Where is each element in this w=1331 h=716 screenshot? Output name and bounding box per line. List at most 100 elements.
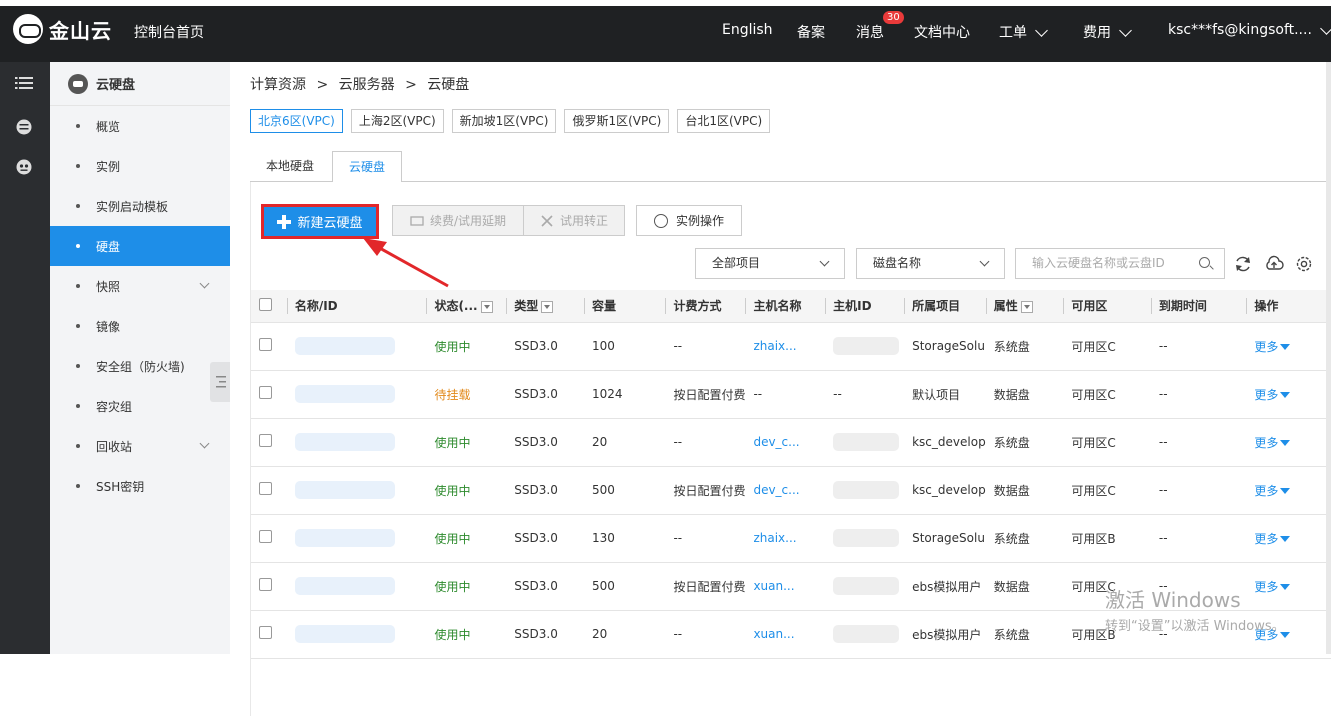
project-select[interactable]: 全部项目	[695, 248, 845, 279]
filter-icon[interactable]	[541, 300, 554, 313]
collapse-icon	[216, 376, 226, 388]
more-actions-dropdown[interactable]: 更多	[1254, 436, 1291, 450]
sidebar-item-instances[interactable]: 实例	[50, 146, 230, 186]
region-taipei1[interactable]: 台北1区(VPC)	[677, 109, 771, 133]
tickets-menu[interactable]: 工单	[999, 22, 1048, 42]
instance-operations-button[interactable]: 实例操作	[636, 205, 742, 236]
search-field-select[interactable]: 磁盘名称	[856, 248, 1005, 279]
smile-icon	[653, 213, 668, 228]
redacted-disk-name[interactable]	[294, 433, 395, 451]
brand-logo[interactable]: 金山云	[13, 14, 112, 44]
sidebar-item-disaster-groups[interactable]: 容灾组	[50, 386, 230, 426]
sidebar-collapse-handle[interactable]	[210, 362, 230, 402]
operation-cell: 更多	[1246, 562, 1331, 610]
page-scrollbar[interactable]	[1326, 62, 1331, 654]
account-menu[interactable]: ksc***fs@kingsoft....	[1168, 21, 1331, 38]
host-name-link[interactable]: zhaix...	[753, 531, 796, 545]
redacted-disk-name[interactable]	[294, 529, 395, 547]
left-icon-rail	[0, 62, 50, 654]
messages-link[interactable]: 消息	[856, 22, 884, 42]
breadcrumb-compute[interactable]: 计算资源	[250, 77, 306, 93]
row-checkbox-cell	[251, 370, 287, 418]
redacted-host-id	[833, 337, 900, 355]
english-link[interactable]: English	[722, 22, 773, 38]
sidebar: 云硬盘 概览 实例 实例启动模板 硬盘 快照 镜像 安全组（防火墙) 容灾组 回…	[50, 62, 230, 654]
breadcrumb-servers[interactable]: 云服务器	[339, 77, 395, 93]
redacted-host-id	[833, 625, 900, 643]
select-all-checkbox[interactable]	[259, 297, 272, 311]
disk-name-cell	[287, 418, 427, 466]
more-actions-dropdown[interactable]: 更多	[1254, 340, 1291, 354]
region-shanghai2[interactable]: 上海2区(VPC)	[350, 109, 444, 133]
refresh-icon[interactable]	[1233, 254, 1253, 274]
bullet-icon	[76, 204, 80, 208]
redacted-disk-name[interactable]	[294, 385, 395, 403]
row-checkbox[interactable]	[259, 578, 272, 591]
sidebar-item-images[interactable]: 镜像	[50, 306, 230, 346]
redacted-disk-name[interactable]	[294, 577, 395, 595]
more-actions-dropdown[interactable]: 更多	[1254, 580, 1291, 594]
row-checkbox[interactable]	[259, 434, 272, 447]
billing-menu[interactable]: 费用	[1083, 22, 1132, 42]
host-name-link[interactable]: xuan...	[753, 627, 794, 641]
region-beijing6[interactable]: 北京6区(VPC)	[250, 109, 343, 133]
search-input[interactable]: 输入云硬盘名称或云盘ID	[1015, 248, 1225, 279]
docs-center-link[interactable]: 文档中心	[914, 22, 970, 42]
more-actions-dropdown[interactable]: 更多	[1254, 628, 1291, 642]
region-singapore1[interactable]: 新加坡1区(VPC)	[451, 109, 557, 133]
bullet-icon	[76, 164, 80, 168]
operation-cell: 更多	[1246, 514, 1331, 562]
tab-cloud-disk[interactable]: 云硬盘	[332, 151, 403, 183]
project-cell: ebs模拟用户	[912, 627, 982, 642]
row-checkbox[interactable]	[259, 530, 272, 543]
sidebar-item-launch-templates[interactable]: 实例启动模板	[50, 186, 230, 226]
sidebar-item-disks[interactable]: 硬盘	[50, 226, 230, 266]
filter-icon[interactable]	[1020, 300, 1033, 313]
sidebar-item-snapshots[interactable]: 快照	[50, 266, 230, 306]
sidebar-item-security-groups[interactable]: 安全组（防火墙)	[50, 346, 230, 386]
size-cell: 20	[591, 627, 608, 641]
host-name-cell: zhaix...	[745, 322, 825, 370]
caret-down-icon	[1280, 344, 1291, 350]
zone-cell: 可用区C	[1071, 483, 1116, 498]
search-icon[interactable]	[1199, 257, 1210, 268]
row-checkbox[interactable]	[259, 626, 272, 639]
type-cell: SSD3.0	[514, 435, 558, 449]
more-label: 更多	[1254, 387, 1279, 402]
filter-icon[interactable]	[480, 300, 493, 313]
host-name-link[interactable]: xuan...	[753, 579, 794, 593]
more-actions-dropdown[interactable]: 更多	[1254, 484, 1291, 498]
menu-icon[interactable]	[15, 76, 33, 90]
redacted-disk-name[interactable]	[294, 481, 395, 499]
redacted-disk-name[interactable]	[294, 337, 395, 355]
more-actions-dropdown[interactable]: 更多	[1254, 532, 1291, 546]
console-home-link[interactable]: 控制台首页	[134, 22, 204, 42]
host-name-link[interactable]: dev_c...	[753, 483, 799, 497]
redacted-disk-name[interactable]	[294, 625, 395, 643]
billing-cell: 按日配置付费	[673, 483, 746, 498]
col-type: 类型	[506, 290, 584, 323]
operation-cell: 更多	[1246, 370, 1331, 418]
row-checkbox[interactable]	[259, 386, 272, 399]
trial-convert-button[interactable]: 试用转正	[523, 205, 625, 236]
account-label: ksc***fs@kingsoft....	[1168, 22, 1312, 38]
more-actions-dropdown[interactable]: 更多	[1254, 387, 1291, 402]
row-checkbox-cell	[251, 466, 287, 514]
sidebar-item-ssh-keys[interactable]: SSH密钥	[50, 466, 230, 506]
settings-gear-icon[interactable]	[1294, 254, 1314, 274]
sidebar-item-recycle-bin[interactable]: 回收站	[50, 426, 230, 466]
table-row: 使用中 SSD3.0 20 -- dev_c... ksc_develop 系统盘 可用区C -…	[251, 418, 1331, 466]
row-checkbox[interactable]	[259, 338, 272, 351]
beian-link[interactable]: 备案	[797, 22, 825, 42]
host-name-link[interactable]: dev_c...	[753, 435, 799, 449]
renew-button[interactable]: 续费/试用延期	[392, 205, 524, 236]
robot-icon[interactable]	[15, 159, 33, 175]
row-checkbox[interactable]	[259, 482, 272, 495]
database-icon[interactable]	[15, 119, 33, 135]
host-id: --	[833, 387, 842, 401]
sidebar-item-overview[interactable]: 概览	[50, 106, 230, 146]
host-name-link[interactable]: zhaix...	[753, 339, 796, 353]
tab-local-disk[interactable]: 本地硬盘	[250, 151, 330, 183]
export-cloud-icon[interactable]	[1264, 254, 1284, 274]
region-russia1[interactable]: 俄罗斯1区(VPC)	[564, 109, 670, 133]
